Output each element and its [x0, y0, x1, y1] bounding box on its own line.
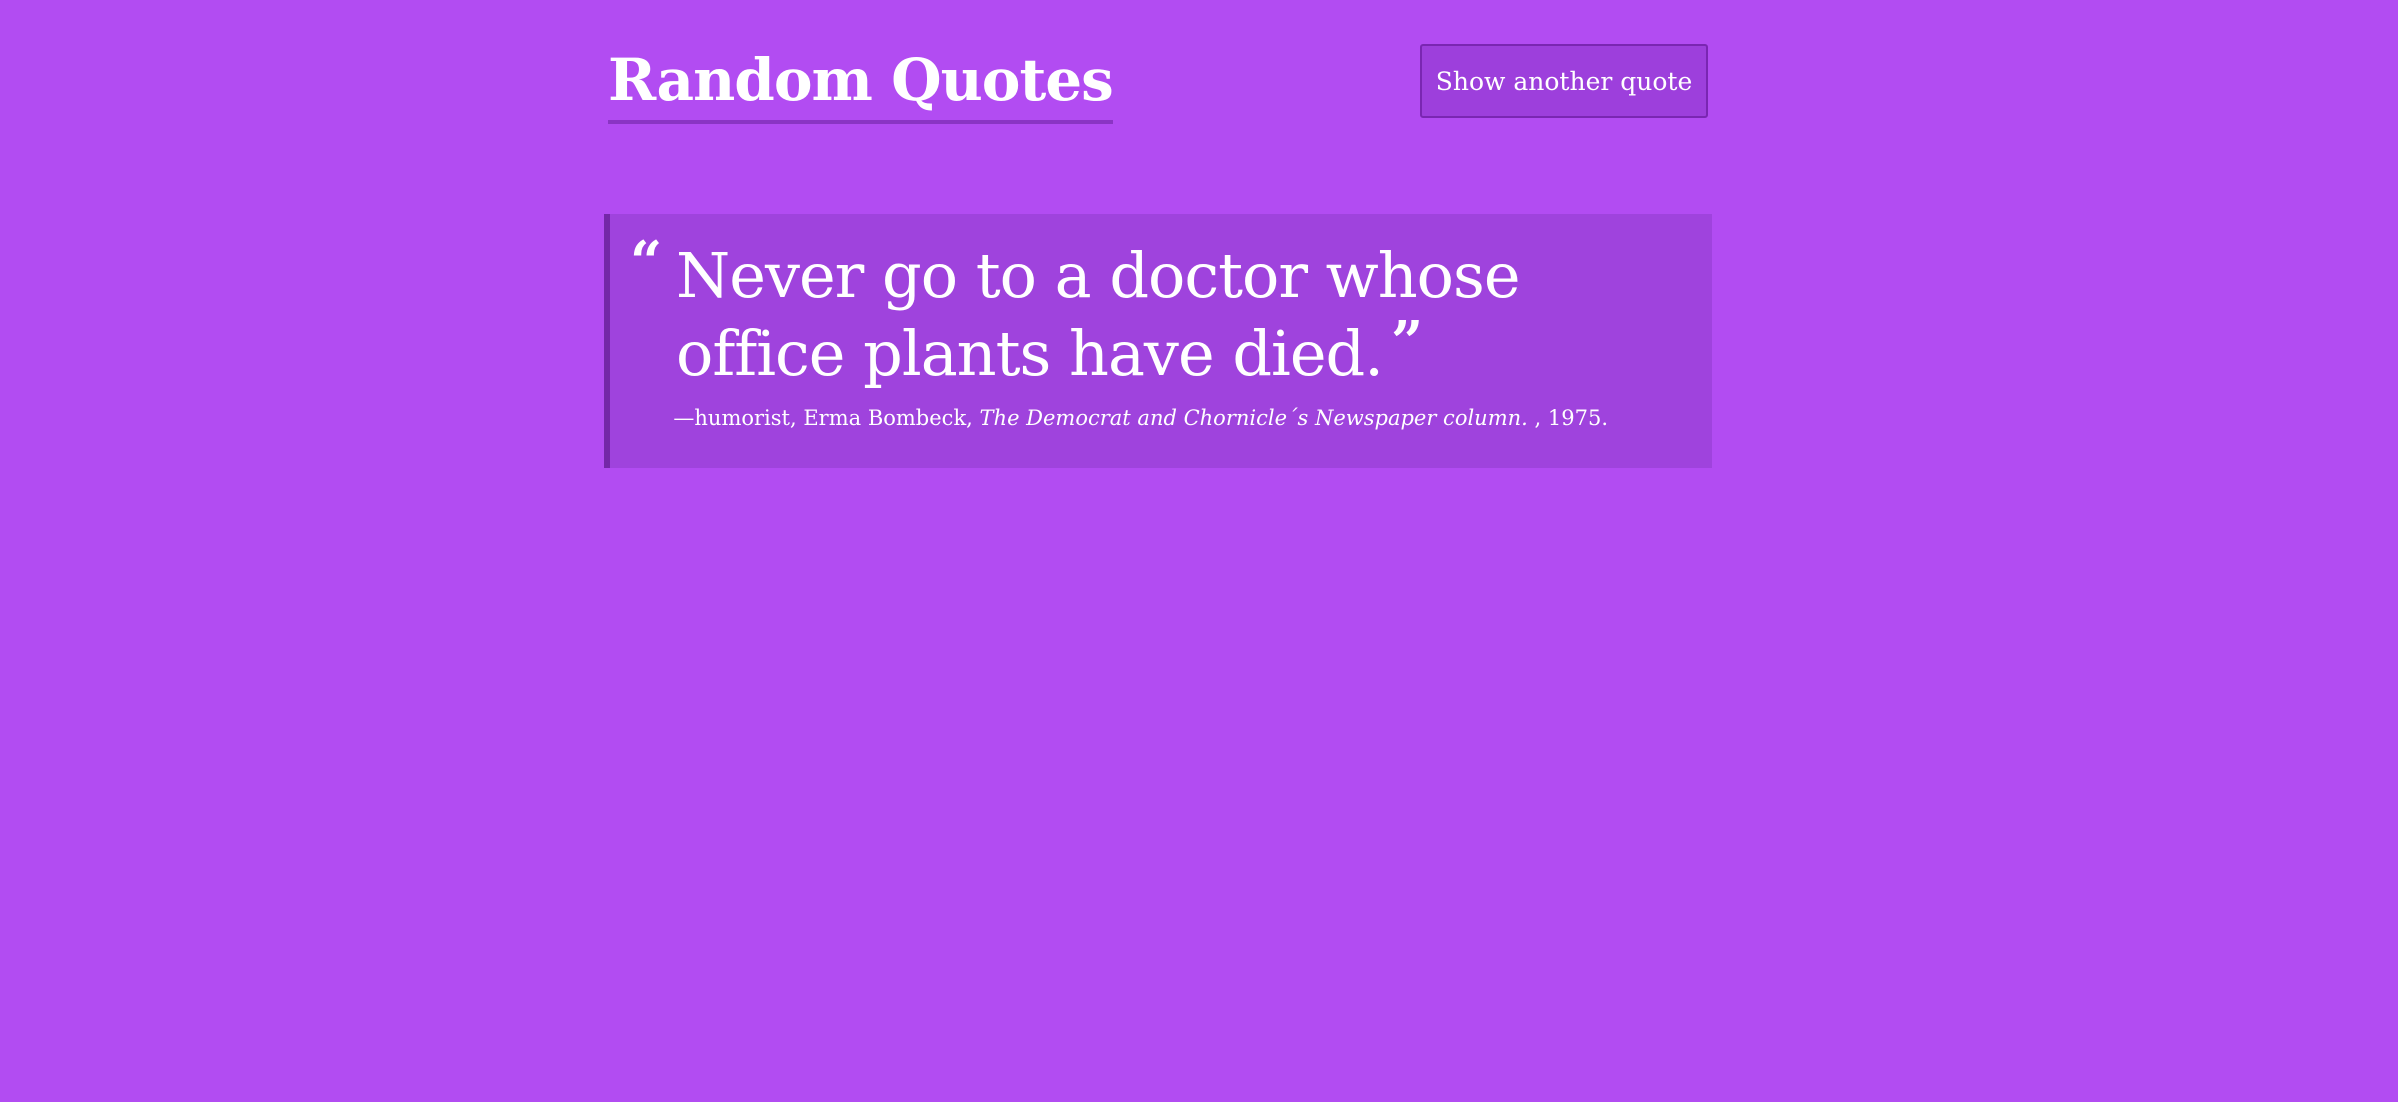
site-title[interactable]: Random Quotes [608, 40, 1114, 124]
new-quote-button[interactable]: Show another quote [1420, 44, 1708, 118]
close-quote-mark-icon: ” [1390, 309, 1423, 375]
quote-box: “ Never go to a doctor whose office plan… [604, 214, 1712, 468]
author-name: Erma Bombeck [803, 406, 967, 430]
open-quote-mark-icon: “ [630, 229, 663, 295]
quote-source: The Democrat and Chornicle´s Newspaper c… [979, 406, 1528, 430]
page-header: Random Quotes Show another quote [604, 0, 1712, 200]
quote-year: 1975 [1547, 406, 1602, 430]
author-role: humorist [694, 406, 790, 430]
quote-text-block: Never go to a doctor whose office plants… [676, 238, 1676, 392]
quote-attribution: —humorist, Erma Bombeck, The Democrat an… [673, 406, 1608, 430]
page-container: Random Quotes Show another quote “ Never… [604, 0, 1712, 468]
attribution-dash: — [673, 406, 695, 430]
